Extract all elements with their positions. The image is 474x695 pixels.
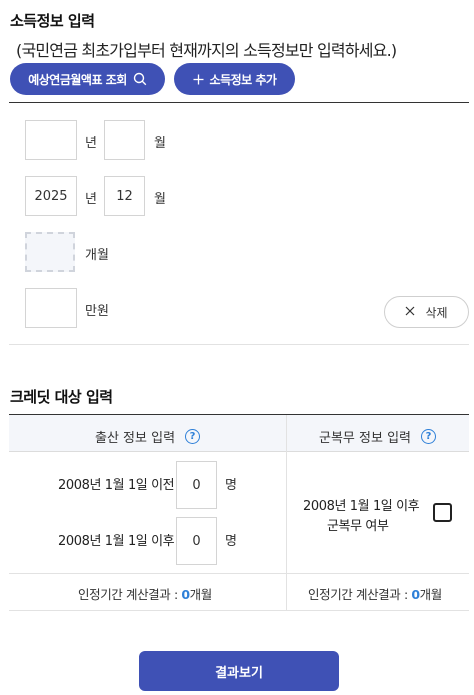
help-icon[interactable]: ?: [421, 429, 436, 444]
income-section-subtitle: (국민연금 최초가입부터 현재까지의 소득정보만 입력하세요.): [16, 41, 397, 60]
birth-result-prefix: 인정기간 계산결과 :: [78, 587, 182, 602]
close-icon: [405, 305, 415, 319]
help-icon[interactable]: ?: [185, 429, 201, 444]
birth-after-unit: 명: [225, 534, 237, 549]
income-amount-input[interactable]: [25, 288, 77, 328]
military-info-header-label: 군복무 정보 입력: [319, 431, 411, 446]
birth-result-value: 0: [181, 587, 190, 602]
delete-button[interactable]: 삭제: [384, 296, 469, 328]
start-month-unit: 월: [154, 136, 166, 151]
birth-after-input[interactable]: 0: [176, 517, 217, 565]
birth-result: 인정기간 계산결과 : 0개월: [78, 584, 212, 603]
column-divider: [286, 415, 287, 610]
military-service-label-line1: 2008년 1월 1일 이후: [303, 499, 420, 514]
end-year-input[interactable]: 2025: [25, 176, 77, 216]
birth-info-header: 출산 정보 입력 ?: [95, 427, 201, 446]
end-year-unit: 년: [85, 192, 97, 207]
pension-table-lookup-button[interactable]: 예상연금월액표 조회: [10, 63, 165, 95]
start-month-input[interactable]: [104, 120, 145, 160]
add-income-label: 소득정보 추가: [209, 72, 277, 87]
pension-table-lookup-label: 예상연금월액표 조회: [28, 72, 127, 87]
add-income-button[interactable]: 소득정보 추가: [174, 63, 295, 95]
birth-before-label: 2008년 1월 1일 이전: [58, 478, 175, 493]
months-unit: 개월: [85, 248, 109, 263]
divider: [9, 573, 469, 574]
military-result: 인정기간 계산결과 : 0개월: [308, 584, 442, 603]
end-month-input[interactable]: 12: [104, 176, 145, 216]
military-result-unit: 개월: [419, 587, 443, 602]
military-info-header: 군복무 정보 입력 ?: [319, 427, 436, 446]
birth-before-unit: 명: [225, 478, 237, 493]
view-results-button[interactable]: 결과보기: [139, 651, 339, 691]
credit-section-title: 크레딧 대상 입력: [10, 388, 113, 406]
plus-icon: [193, 74, 204, 85]
end-month-unit: 월: [154, 192, 166, 207]
birth-result-unit: 개월: [189, 587, 213, 602]
divider: [9, 344, 469, 345]
months-count-field: [25, 232, 75, 272]
birth-after-label: 2008년 1월 1일 이후: [58, 534, 175, 549]
delete-label: 삭제: [425, 305, 448, 320]
divider: [9, 610, 469, 611]
income-section-title: 소득정보 입력: [10, 12, 95, 30]
military-result-value: 0: [411, 587, 420, 602]
income-amount-unit: 만원: [85, 304, 109, 319]
military-service-label-line2: 군복무 여부: [327, 519, 389, 534]
birth-info-header-label: 출산 정보 입력: [95, 431, 176, 446]
military-result-prefix: 인정기간 계산결과 :: [308, 587, 412, 602]
search-icon: [133, 72, 147, 86]
start-year-unit: 년: [85, 136, 97, 151]
divider: [9, 102, 469, 103]
birth-before-input[interactable]: 0: [176, 461, 217, 509]
start-year-input[interactable]: [25, 120, 77, 160]
military-service-checkbox[interactable]: [433, 503, 452, 522]
